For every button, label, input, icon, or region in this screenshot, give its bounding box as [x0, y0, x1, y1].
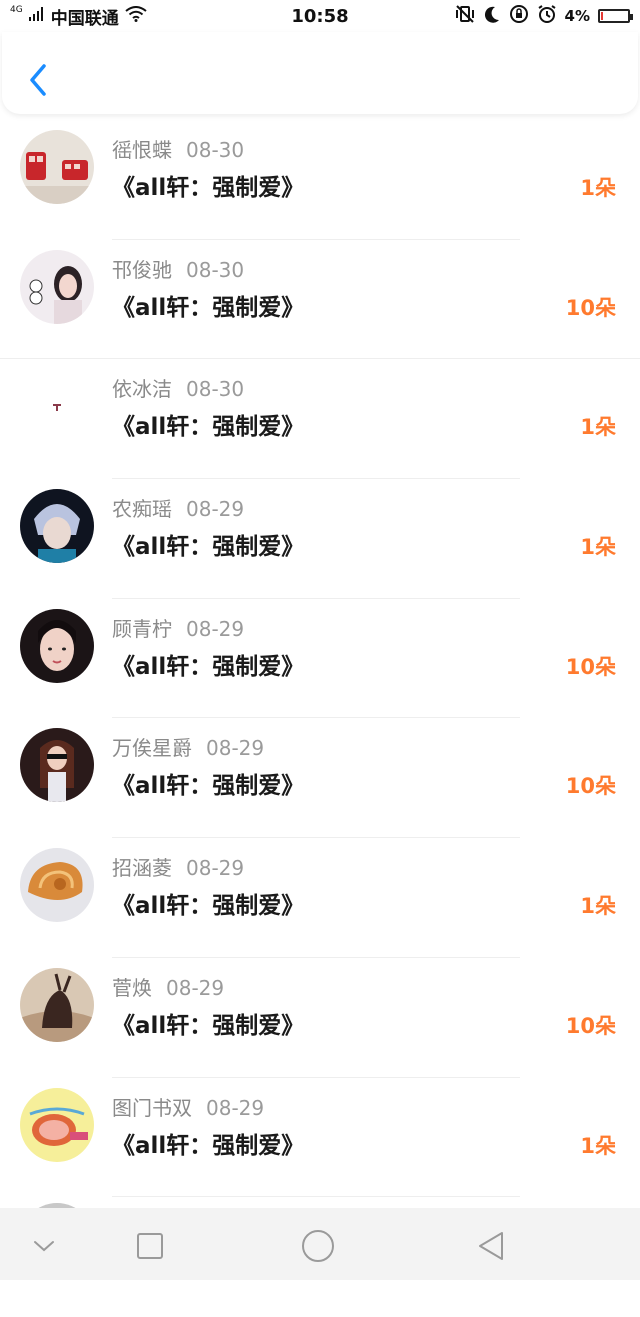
flower-count: 1朵: [580, 894, 616, 919]
wifi-icon: [125, 5, 147, 27]
book-title: 《all轩：强制爱》: [112, 773, 305, 800]
avatar[interactable]: [20, 608, 94, 683]
list-item[interactable]: 招涵菱 08-29 《all轩：强制爱》 1朵: [0, 838, 640, 958]
avatar[interactable]: [20, 130, 94, 204]
item-date: 08-30: [186, 138, 245, 162]
triangle-back-icon: [479, 1232, 503, 1260]
battery-icon: [598, 9, 633, 23]
user-name: 农痴瑶: [112, 497, 172, 522]
book-title: 《all轩：强制爱》: [112, 653, 305, 680]
item-meta: 招涵菱 08-29: [112, 852, 244, 881]
item-date: 08-29: [206, 1095, 265, 1120]
flower-count: 10朵: [565, 1013, 616, 1038]
status-right: 4%: [455, 4, 633, 28]
alarm-icon: [537, 4, 557, 28]
user-name: 顾青柠: [112, 616, 172, 641]
nav-back-button[interactable]: [474, 1228, 510, 1264]
flower-count: 10朵: [565, 654, 616, 679]
moon-icon: [483, 5, 501, 27]
list-item[interactable]: 农痴瑶 08-29 《all轩：强制爱》 1朵: [0, 479, 640, 599]
network-type: 4G: [10, 5, 23, 15]
avatar[interactable]: [20, 848, 94, 923]
item-meta: 农痴瑶 08-29: [112, 493, 244, 522]
header-bar: [2, 32, 638, 114]
user-name: 图门书双: [112, 1095, 192, 1120]
vibrate-off-icon: [455, 5, 475, 27]
user-name: 依冰洁: [112, 377, 172, 402]
book-title: 《all轩：强制爱》: [112, 414, 305, 441]
item-date: 08-30: [186, 377, 245, 402]
status-bar: 4G 中国联通 10:58 4%: [0, 0, 640, 32]
user-name: 邗俊驰: [112, 257, 172, 282]
flower-count: 10朵: [565, 295, 616, 320]
gift-list: 徭恨蝶 08-30 《all轩：强制爱》 1朵 邗俊驰 08-30 《all轩：强制…: [0, 120, 640, 1317]
item-date: 08-29: [186, 497, 245, 522]
list-item[interactable]: 徭恨蝶 08-30 《all轩：强制爱》 1朵: [0, 120, 640, 240]
flower-count: 1朵: [580, 415, 616, 440]
chevron-left-icon: [30, 64, 46, 96]
book-title: 《all轩：强制爱》: [112, 893, 305, 920]
nav-recents-button[interactable]: [132, 1228, 168, 1264]
rotation-lock-icon: [509, 4, 529, 28]
item-meta: 图门书双 08-29: [112, 1092, 264, 1121]
item-meta: 徭恨蝶 08-30: [112, 134, 244, 163]
book-title: 《all轩：强制爱》: [112, 294, 305, 321]
circle-icon: [302, 1230, 334, 1262]
user-name: 万俟星爵: [112, 736, 192, 761]
nav-collapse-button[interactable]: [26, 1228, 62, 1264]
item-date: 08-30: [186, 257, 245, 282]
nav-home-button[interactable]: [300, 1228, 336, 1264]
item-date: 08-29: [166, 975, 225, 1000]
battery-percent: 4%: [564, 7, 590, 25]
flower-count: 1朵: [580, 535, 616, 560]
list-item[interactable]: 依冰洁 08-30 《all轩：强制爱》 1朵: [0, 359, 640, 480]
back-button[interactable]: [24, 62, 54, 98]
item-date: 08-29: [186, 856, 245, 881]
system-nav-bar: [0, 1208, 640, 1280]
flower-count: 10朵: [565, 774, 616, 799]
avatar[interactable]: [20, 249, 94, 324]
avatar[interactable]: [20, 1087, 94, 1162]
user-name: 徭恨蝶: [112, 138, 172, 162]
book-title: 《all轩：强制爱》: [112, 1132, 305, 1159]
item-date: 08-29: [186, 616, 245, 641]
flower-count: 1朵: [580, 176, 616, 200]
avatar[interactable]: [20, 489, 94, 564]
user-name: 菅焕: [112, 975, 152, 1000]
avatar[interactable]: [20, 369, 94, 444]
item-meta: 顾青柠 08-29: [112, 613, 244, 642]
flower-count: 1朵: [580, 1133, 616, 1158]
user-name: 招涵菱: [112, 856, 172, 881]
book-title: 《all轩：强制爱》: [112, 175, 305, 201]
avatar[interactable]: [20, 967, 94, 1042]
item-meta: 依冰洁 08-30: [112, 373, 244, 402]
carrier-name: 中国联通: [50, 8, 119, 29]
book-title: 《all轩：强制爱》: [112, 534, 305, 561]
list-item[interactable]: 菅焕 08-29 《all轩：强制爱》 10朵: [0, 958, 640, 1078]
book-title: 《all轩：强制爱》: [112, 1012, 305, 1039]
list-item[interactable]: 邗俊驰 08-30 《all轩：强制爱》 10朵: [0, 240, 640, 360]
square-icon: [137, 1233, 163, 1259]
item-meta: 万俟星爵 08-29: [112, 732, 264, 761]
item-date: 08-29: [206, 736, 265, 761]
signal-icon: [28, 6, 45, 26]
list-item[interactable]: 图门书双 08-29 《all轩：强制爱》 1朵: [0, 1078, 640, 1198]
status-left: 4G 中国联通: [10, 4, 147, 29]
list-item[interactable]: 万俟星爵 08-29 《all轩：强制爱》 10朵: [0, 718, 640, 839]
chevron-down-icon: [34, 1241, 54, 1252]
list-item[interactable]: 顾青柠 08-29 《all轩：强制爱》 10朵: [0, 599, 640, 719]
avatar[interactable]: [20, 728, 94, 803]
item-meta: 邗俊驰 08-30: [112, 254, 244, 283]
item-meta: 菅焕 08-29: [112, 972, 224, 1001]
